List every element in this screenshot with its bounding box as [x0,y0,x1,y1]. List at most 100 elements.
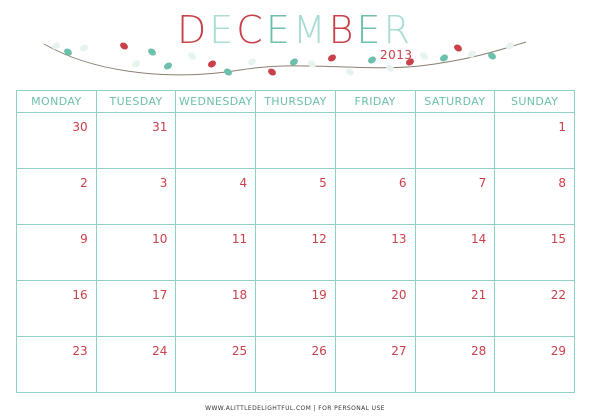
day-cell: 12 [255,224,336,281]
day-cell: 5 [255,168,336,225]
light-bulb-icon [506,42,514,50]
day-cell: 2 [16,168,97,225]
light-bulb-icon [368,56,376,64]
day-number [416,113,495,120]
day-cell: 18 [175,280,257,337]
day-number: 22 [550,288,566,302]
day-cell: 13 [334,224,416,281]
weekday-label: SATURDAY [414,90,496,113]
day-cell: 17 [95,280,177,337]
week-row: 16 17 18 19 20 21 22 [16,280,575,337]
day-number: 27 [391,344,407,358]
christmas-lights-garland-icon [43,41,527,76]
light-bulb-icon [52,42,60,50]
day-cell: 14 [414,224,496,281]
day-number: 11 [231,232,248,246]
day-number: 14 [470,232,487,246]
day-cell: 20 [334,280,416,337]
day-cell: 29 [494,336,575,393]
day-number: 5 [319,176,327,190]
day-number: 31 [152,120,168,134]
footer-credit: WWW.ALITTLEDELIGHTFUL.COM | FOR PERSONAL… [205,405,385,412]
light-bulb-icon [420,52,428,60]
day-cell: 31 [95,112,177,169]
day-cell: 8 [494,168,575,225]
day-number: 23 [72,344,88,358]
day-number: 18 [231,288,248,302]
day-number: 24 [152,344,168,358]
light-bulb-icon [248,58,256,66]
day-cell: 15 [494,224,575,281]
day-number: 30 [72,120,88,134]
day-number: 6 [398,176,407,190]
day-number [256,113,335,120]
day-cell: 27 [334,336,416,393]
day-cell: 16 [16,280,97,337]
light-bulb-icon [224,68,232,76]
weekday-label: FRIDAY [334,90,416,113]
day-number: 3 [159,176,168,190]
day-number: 9 [80,232,88,246]
light-bulb-icon [80,44,88,52]
week-row: 30 31 1 [16,112,575,169]
day-cell: 25 [175,336,257,393]
day-cell: 23 [16,336,97,393]
day-cell: 28 [414,336,496,393]
day-number: 12 [311,232,327,246]
weekday-label: THURSDAY [255,90,336,113]
day-number: 25 [231,344,248,358]
day-number: 28 [470,344,487,358]
weekday-label: SUNDAY [494,90,575,113]
day-number: 17 [152,288,168,302]
day-number: 29 [550,344,566,358]
day-cell: 9 [16,224,97,281]
day-cell [414,112,496,169]
day-number: 15 [550,232,566,246]
weekday-header-row: MONDAY TUESDAY WEDNESDAY THURSDAY FRIDAY SATU… [16,90,575,113]
week-row: 23 24 25 26 27 28 29 [16,336,575,393]
day-cell: 11 [175,224,257,281]
light-bulb-icon [440,54,448,62]
light-bulb-icon [132,60,140,68]
day-number: 26 [311,344,327,358]
week-row: 9 10 11 12 13 14 15 [16,224,575,281]
day-number: 20 [391,288,407,302]
day-number: 10 [152,232,168,246]
day-number: 2 [80,176,88,190]
day-cell: 24 [95,336,177,393]
day-number: 13 [391,232,407,246]
day-cell: 21 [414,280,496,337]
day-cell: 3 [95,168,177,225]
day-cell [255,112,336,169]
day-cell: 6 [334,168,416,225]
day-cell: 7 [414,168,496,225]
day-cell: 19 [255,280,336,337]
calendar-grid: MONDAY TUESDAY WEDNESDAY THURSDAY FRIDAY SATU… [16,90,575,393]
light-bulb-icon [148,48,156,56]
day-number: 1 [558,120,566,134]
light-bulb-icon [328,54,336,62]
day-cell: 22 [494,280,575,337]
day-number: 4 [239,176,248,190]
day-number: 21 [470,288,487,302]
light-bulb-icon [120,42,128,50]
day-number: 8 [558,176,566,190]
day-number: 19 [311,288,327,302]
light-bulb-icon [188,52,196,60]
light-bulb-icon [346,68,354,76]
day-cell: 1 [494,112,575,169]
day-number [336,113,415,120]
weekday-label: WEDNESDAY [175,90,257,113]
day-cell: 10 [95,224,177,281]
calendar-page: DECEMBER 2013 MONDAY TUESDAY WEDNESDAY THUR… [0,0,590,417]
day-cell: 30 [16,112,97,169]
day-cell [334,112,416,169]
light-bulb-icon [164,62,172,70]
week-row: 2 3 4 5 6 7 8 [16,168,575,225]
weekday-label: TUESDAY [95,90,177,113]
weekday-label: MONDAY [16,90,97,113]
day-number [176,113,255,120]
day-cell [175,112,257,169]
light-bulb-icon [386,64,394,72]
light-bulb-icon [454,44,462,52]
